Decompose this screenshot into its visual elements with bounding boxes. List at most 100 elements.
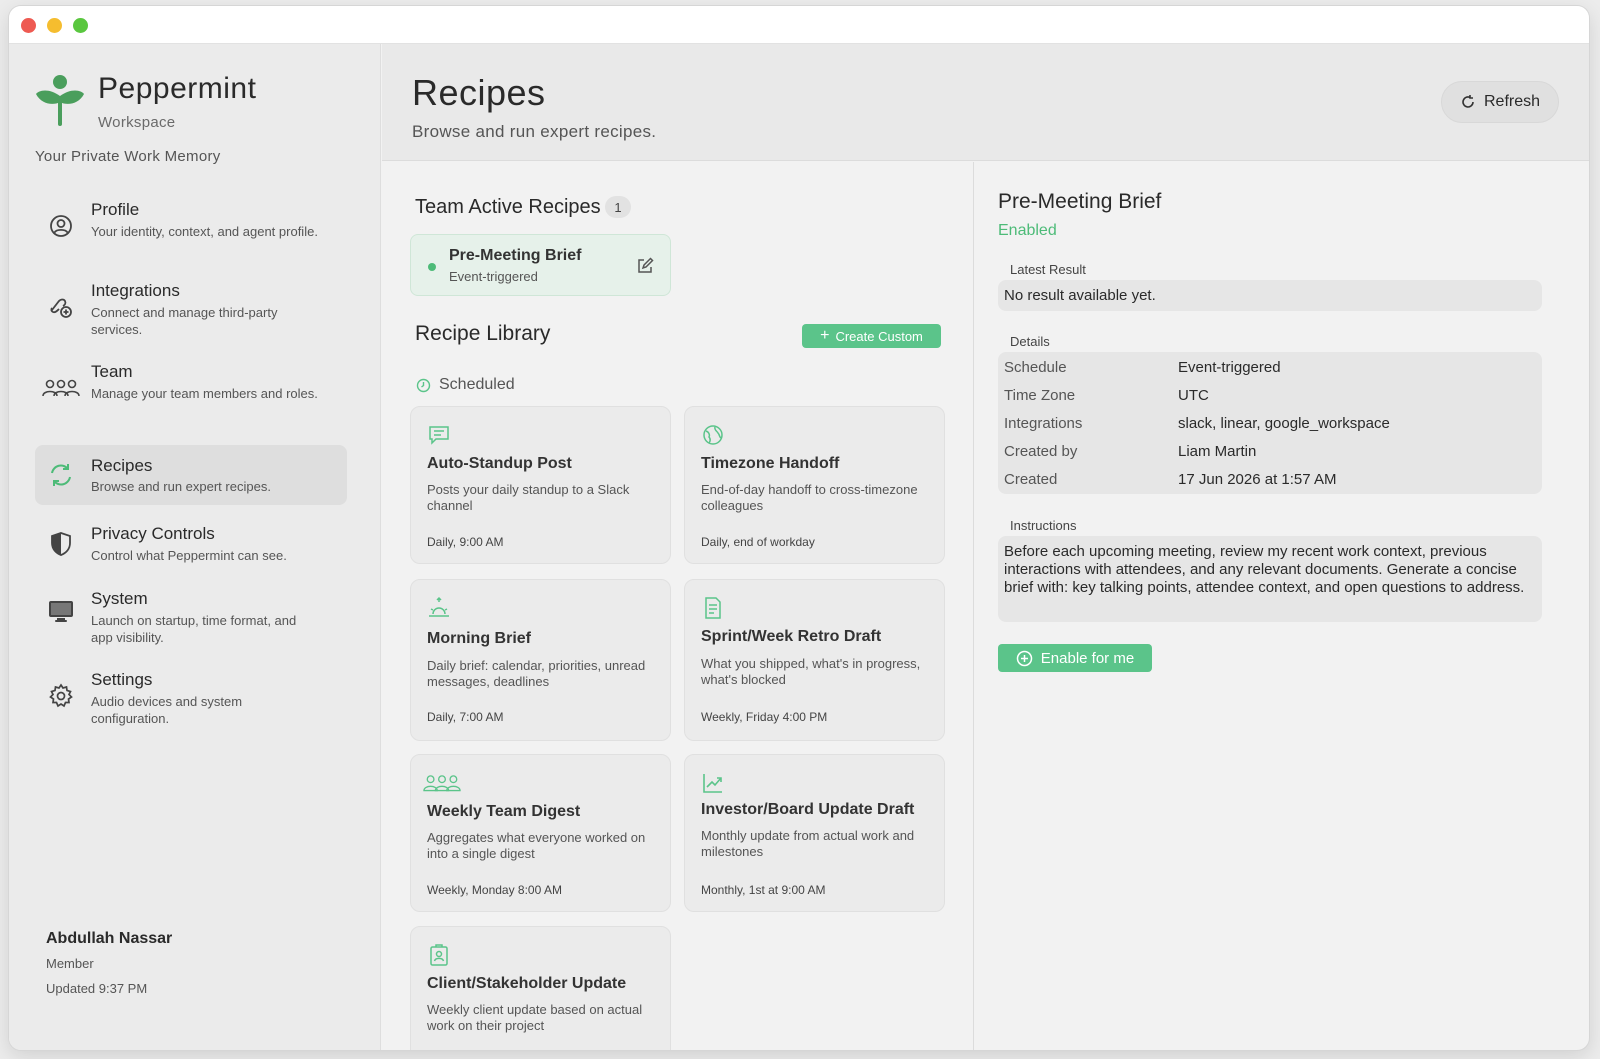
chart-line-icon <box>703 774 722 793</box>
detail-key: Schedule <box>1004 359 1067 376</box>
title-bar <box>9 6 1589 44</box>
refresh-cycle-icon <box>51 464 71 486</box>
current-user: Abdullah Nassar Member Updated 9:37 PM <box>46 930 172 996</box>
recipe-card-schedule: Daily, end of workday <box>701 535 815 549</box>
detail-value: slack, linear, google_workspace <box>1178 415 1390 432</box>
sidebar-item-recipes[interactable]: Recipes Browse and run expert recipes. <box>35 445 347 505</box>
sidebar-item-profile[interactable]: Profile Your identity, context, and agen… <box>35 192 347 273</box>
user-name: Abdullah Nassar <box>46 930 173 947</box>
sidebar-item-integrations[interactable]: Integrations Connect and manage third-pa… <box>35 273 347 354</box>
recipe-card-desc: End-of-day handoff to cross-timezone col… <box>701 482 918 513</box>
sidebar-item-desc: Manage your team members and roles. <box>91 386 318 401</box>
detail-key: Created by <box>1004 443 1078 460</box>
minimize-window-button[interactable] <box>47 18 62 33</box>
detail-value: Liam Martin <box>1178 443 1257 460</box>
recipe-card-weekly-team-digest[interactable]: Weekly Team Digest Aggregates what every… <box>410 754 671 912</box>
clock-icon <box>416 378 431 392</box>
id-badge-icon <box>430 944 448 966</box>
sidebar-item-desc: Browse and run expert recipes. <box>91 479 271 494</box>
recipe-card-desc: Daily brief: calendar, priorities, unrea… <box>427 658 646 689</box>
close-window-button[interactable] <box>21 18 36 33</box>
user-role: Member <box>46 956 94 971</box>
integrations-icon <box>50 298 72 318</box>
recipe-card-desc: Posts your daily standup to a Slack chan… <box>427 482 630 513</box>
sidebar-item-system[interactable]: System Launch on startup, time format, a… <box>35 581 347 662</box>
plus-circle-icon <box>1016 650 1033 666</box>
enable-for-me-button[interactable]: Enable for me <box>998 644 1152 672</box>
enable-label: Enable for me <box>1040 649 1135 667</box>
brand-subtitle: Workspace <box>98 114 176 131</box>
recipe-card-investor-board-update[interactable]: Investor/Board Update Draft Monthly upda… <box>684 754 945 912</box>
recipe-card-schedule: Daily, 9:00 AM <box>427 535 504 549</box>
recipe-card-desc: Weekly client update based on actual wor… <box>427 1002 643 1033</box>
recipe-detail-panel: Pre-Meeting Brief Enabled Latest Result … <box>973 162 1589 1050</box>
latest-result-box: No result available yet. <box>998 280 1542 311</box>
team-icon <box>423 775 461 792</box>
sidebar-item-team[interactable]: Team Manage your team members and roles. <box>35 354 347 435</box>
sidebar-item-title: Team <box>91 362 133 381</box>
app-window: Peppermint Workspace Your Private Work M… <box>9 6 1589 1050</box>
sidebar-item-desc: Control what Peppermint can see. <box>91 548 287 563</box>
active-status-dot <box>428 263 436 271</box>
recipe-card-title: Sprint/Week Retro Draft <box>701 628 882 645</box>
recipe-card-auto-standup-post[interactable]: Auto-Standup Post Posts your daily stand… <box>410 406 671 564</box>
sidebar-item-title: System <box>91 589 148 608</box>
zoom-window-button[interactable] <box>73 18 88 33</box>
detail-value: Event-triggered <box>1178 359 1281 376</box>
sunrise-icon <box>429 596 449 617</box>
create-custom-button[interactable]: + Create Custom <box>802 324 941 348</box>
recipe-card-timezone-handoff[interactable]: Timezone Handoff End-of-day handoff to c… <box>684 406 945 564</box>
peppermint-logo-icon <box>36 75 84 126</box>
sidebar-item-title: Profile <box>91 200 140 219</box>
active-recipe-title: Pre-Meeting Brief <box>449 247 582 264</box>
active-recipe-card[interactable]: Pre-Meeting Brief Event-triggered <box>410 234 671 296</box>
sidebar-item-settings[interactable]: Settings Audio devices and system config… <box>35 662 347 743</box>
sidebar-item-privacy-controls[interactable]: Privacy Controls Control what Peppermint… <box>35 516 347 581</box>
brand-name: Peppermint <box>98 72 257 105</box>
sidebar-item-title: Settings <box>91 670 153 689</box>
recipe-card-title: Morning Brief <box>427 630 531 647</box>
sidebar-item-desc: Audio devices and system configuration. <box>91 694 243 726</box>
recipe-card-title: Investor/Board Update Draft <box>701 801 915 818</box>
page-header: Recipes Browse and run expert recipes. R… <box>382 44 1589 161</box>
sidebar-item-desc: Connect and manage third-party services. <box>91 305 278 337</box>
active-recipe-trigger: Event-triggered <box>449 269 538 284</box>
recipe-card-title: Timezone Handoff <box>701 455 840 472</box>
refresh-button[interactable]: Refresh <box>1441 81 1559 123</box>
sidebar-item-title: Recipes <box>91 456 153 475</box>
recipe-card-title: Weekly Team Digest <box>427 803 581 820</box>
globe-icon <box>703 425 723 445</box>
detail-key: Integrations <box>1004 415 1083 432</box>
instructions-text: Before each upcoming meeting, review my … <box>1004 543 1525 596</box>
recipe-card-title: Client/Stakeholder Update <box>427 975 627 992</box>
sidebar-item-title: Privacy Controls <box>91 524 215 543</box>
sidebar: Peppermint Workspace Your Private Work M… <box>9 44 381 1050</box>
recipe-card-desc: Monthly update from actual work and mile… <box>701 828 915 859</box>
recipe-card-schedule: Daily, 7:00 AM <box>427 710 504 724</box>
monitor-icon <box>49 601 73 622</box>
person-circle-icon <box>50 215 72 237</box>
page-subtitle: Browse and run expert recipes. <box>412 122 657 141</box>
plus-icon: + <box>820 327 830 344</box>
sidebar-nav: Profile Your identity, context, and agen… <box>35 192 347 743</box>
instructions-label: Instructions <box>1010 518 1077 533</box>
recipe-card-sprint-retro-draft[interactable]: Sprint/Week Retro Draft What you shipped… <box>684 579 945 741</box>
detail-row-timezone: Time Zone UTC <box>1004 387 1534 415</box>
recipe-card-morning-brief[interactable]: Morning Brief Daily brief: calendar, pri… <box>410 579 671 741</box>
detail-row-schedule: Schedule Event-triggered <box>1004 359 1534 387</box>
create-custom-label: Create Custom <box>835 328 923 344</box>
edit-icon[interactable] <box>636 257 654 275</box>
sidebar-item-desc: Your identity, context, and agent profil… <box>91 224 318 239</box>
latest-result-value: No result available yet. <box>1004 287 1156 304</box>
detail-value: UTC <box>1178 387 1209 404</box>
gear-icon <box>49 683 73 708</box>
refresh-icon <box>1462 95 1474 108</box>
page-title: Recipes <box>412 72 546 113</box>
refresh-label: Refresh <box>1483 93 1541 110</box>
recipe-card-client-stakeholder-update[interactable]: Client/Stakeholder Update Weekly client … <box>410 926 671 1050</box>
details-label: Details <box>1010 334 1050 349</box>
brand: Peppermint Workspace <box>35 68 355 138</box>
recipe-card-schedule: Weekly, Monday 8:00 AM <box>427 883 562 897</box>
document-icon <box>705 597 721 619</box>
sidebar-item-title: Integrations <box>91 281 180 300</box>
